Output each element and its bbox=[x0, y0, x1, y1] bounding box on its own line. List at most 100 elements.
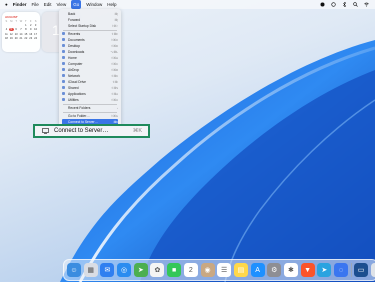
menu-item-shortcut: ⌥⌘L bbox=[110, 49, 118, 54]
calendar-icon[interactable]: 2 bbox=[183, 263, 198, 277]
go-menu-item[interactable]: Applications ⇧⌘A bbox=[62, 91, 118, 97]
apple-menu-icon[interactable]: ● bbox=[5, 0, 8, 9]
monitor-icon bbox=[42, 128, 49, 134]
menu-item-label: Forward bbox=[68, 17, 81, 22]
facetime-icon[interactable]: ■ bbox=[167, 263, 182, 277]
menu-item-label: Documents bbox=[68, 37, 85, 42]
menu-item-shortcut: ⌘] bbox=[114, 17, 118, 22]
menu-item-label: Back bbox=[68, 11, 76, 16]
menu-item-icon bbox=[62, 12, 65, 15]
menu-window[interactable]: Window bbox=[86, 0, 102, 9]
trash-icon[interactable]: ▥ bbox=[370, 263, 375, 277]
menu-go[interactable]: Go bbox=[71, 0, 82, 9]
launchpad-icon[interactable]: ▦ bbox=[83, 263, 98, 277]
wifi-icon[interactable] bbox=[364, 2, 369, 7]
slack-icon[interactable]: ✱ bbox=[283, 263, 298, 277]
calendar-grid: S M T W T F S 1 2 3 4 5 6 7 8 9 10 11 12 13 14 15 16 17 18 19 20 21… bbox=[2, 19, 40, 41]
menu-item-icon bbox=[62, 32, 65, 36]
photos-icon[interactable]: ✿ bbox=[150, 263, 165, 277]
menu-item-icon bbox=[62, 56, 65, 60]
menu-item-label: Shared bbox=[68, 85, 79, 90]
control-center-icon[interactable] bbox=[320, 2, 325, 7]
menu-item-icon bbox=[62, 62, 65, 66]
menu-item-label: Go to Folder… bbox=[68, 113, 90, 118]
go-menu-item[interactable]: AirDrop ⇧⌘R bbox=[62, 67, 118, 73]
connect-to-server-shortcut: ⌘K bbox=[132, 128, 142, 134]
menu-item-shortcut: ⇧⌘C bbox=[110, 61, 118, 66]
menu-item-label: Select Startup Disk bbox=[68, 23, 97, 28]
screen-sharing-icon[interactable]: ▭ bbox=[354, 263, 369, 277]
go-menu-item[interactable]: Forward ⌘] bbox=[62, 17, 118, 23]
contacts-icon[interactable]: ◉ bbox=[200, 263, 215, 277]
menu-item-icon bbox=[62, 98, 65, 102]
mail-icon[interactable]: ✉ bbox=[100, 263, 115, 277]
go-menu-item[interactable]: Recent Folders › bbox=[62, 105, 118, 111]
menu-item-label: Downloads bbox=[68, 49, 85, 54]
menu-item-shortcut: ⌘[ bbox=[114, 11, 118, 16]
dock-divider bbox=[350, 263, 352, 277]
calendar-widget[interactable]: AUGUST S M T W T F S 1 2 3 4 5 6 7 8 9 10 11 12 13 14 15 16 17 1… bbox=[2, 12, 40, 52]
menu-item-label: iCloud Drive bbox=[68, 79, 86, 84]
bluetooth-icon[interactable] bbox=[342, 1, 347, 8]
menu-item-label: Applications bbox=[68, 91, 86, 96]
go-menu-item[interactable]: Documents ⇧⌘O bbox=[62, 37, 118, 43]
brave-icon[interactable]: ▼ bbox=[300, 263, 315, 277]
menu-item-icon bbox=[62, 80, 65, 84]
menu-separator bbox=[63, 111, 117, 112]
menu-bar: ● Finder File Edit View Go Window Help bbox=[0, 0, 375, 9]
safari-icon[interactable]: ◎ bbox=[117, 263, 132, 277]
appstore-icon[interactable]: A bbox=[250, 263, 265, 277]
menu-file[interactable]: File bbox=[31, 0, 38, 9]
menu-item-shortcut: ⇧⌘S bbox=[110, 85, 118, 90]
go-menu-item[interactable]: Go to Folder… ⇧⌘G bbox=[62, 113, 118, 119]
menu-item-shortcut: ⇧⌘H bbox=[110, 55, 118, 60]
reminders-icon[interactable]: ☰ bbox=[217, 263, 232, 277]
menu-item-icon bbox=[62, 24, 65, 27]
menu-item-shortcut: ⇧⌘F bbox=[111, 31, 118, 36]
go-menu-item[interactable]: iCloud Drive ⇧⌘I bbox=[62, 79, 118, 85]
menu-item-shortcut: › bbox=[117, 105, 118, 110]
calendar-month: AUGUST bbox=[5, 15, 18, 19]
desktop-wallpaper: ● Finder File Edit View Go Window Help A… bbox=[0, 0, 375, 282]
menu-view[interactable]: View bbox=[57, 0, 67, 9]
connect-to-server-label: Connect to Server… bbox=[54, 128, 109, 134]
menu-separator bbox=[63, 29, 117, 30]
menu-item-shortcut: ⇧⌘↑ bbox=[111, 23, 118, 28]
finder-icon[interactable]: ☺ bbox=[67, 263, 81, 277]
calendar-day: 10 bbox=[34, 28, 38, 32]
menu-item-icon bbox=[62, 114, 65, 117]
go-menu-item[interactable]: Downloads ⌥⌘L bbox=[62, 49, 118, 55]
menu-separator bbox=[63, 103, 117, 104]
calendar-day: 24 bbox=[34, 36, 38, 40]
go-menu-item[interactable]: Home ⇧⌘H bbox=[62, 55, 118, 61]
menu-item-icon bbox=[62, 86, 65, 90]
connect-to-server-callout[interactable]: Connect to Server… ⌘K bbox=[33, 124, 150, 138]
menu-item-shortcut: ⇧⌘A bbox=[110, 91, 118, 96]
go-menu-item[interactable]: Back ⌘[ bbox=[62, 11, 118, 17]
go-menu-item[interactable]: Utilities ⇧⌘U bbox=[62, 97, 118, 103]
go-menu-item[interactable]: Recents ⇧⌘F bbox=[62, 31, 118, 37]
menu-item-shortcut: ⇧⌘U bbox=[110, 97, 118, 102]
notes-icon[interactable]: ▤ bbox=[233, 263, 248, 277]
go-menu-item[interactable]: Select Startup Disk ⇧⌘↑ bbox=[62, 23, 118, 29]
menu-edit[interactable]: Edit bbox=[44, 0, 52, 9]
menu-item-icon bbox=[62, 18, 65, 21]
menu-item-icon bbox=[62, 38, 65, 42]
airdrop-icon[interactable] bbox=[331, 2, 336, 7]
menu-item-label: Recents bbox=[68, 31, 81, 36]
go-menu-item[interactable]: Desktop ⇧⌘D bbox=[62, 43, 118, 49]
menu-item-label: Computer bbox=[68, 61, 83, 66]
go-menu-item[interactable]: Shared ⇧⌘S bbox=[62, 85, 118, 91]
signal-icon[interactable]: ◌ bbox=[334, 263, 348, 277]
telegram-icon[interactable]: ➤ bbox=[317, 263, 332, 277]
app-name-menu[interactable]: Finder bbox=[13, 0, 27, 9]
menu-item-icon bbox=[62, 68, 65, 72]
search-icon[interactable] bbox=[353, 2, 358, 7]
go-menu-item[interactable]: Network ⇧⌘K bbox=[62, 73, 118, 79]
system-settings-icon[interactable]: ⚙ bbox=[267, 263, 282, 277]
maps-icon[interactable]: ➤ bbox=[133, 263, 148, 277]
go-menu-item[interactable]: Computer ⇧⌘C bbox=[62, 61, 118, 67]
calendar-day: 17 bbox=[34, 32, 38, 36]
menu-help[interactable]: Help bbox=[107, 0, 116, 9]
menu-item-label: Desktop bbox=[68, 43, 81, 48]
